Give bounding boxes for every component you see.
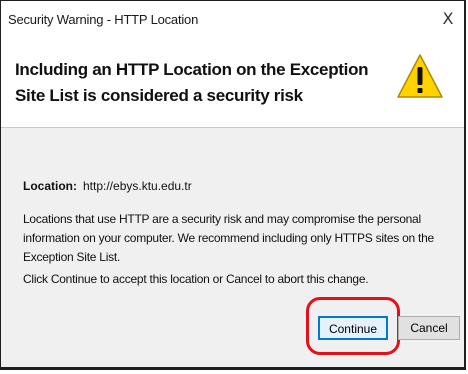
warning-icon: [397, 54, 443, 98]
close-icon[interactable]: X: [437, 7, 459, 31]
cancel-button[interactable]: Cancel: [398, 316, 460, 340]
title-bar[interactable]: Security Warning - HTTP Location X: [1, 1, 464, 39]
continue-button[interactable]: Continue: [318, 316, 388, 340]
location-value: http://ebys.ktu.edu.tr: [83, 179, 192, 193]
window-title: Security Warning - HTTP Location: [8, 12, 199, 27]
header-message: Including an HTTP Location on the Except…: [15, 60, 369, 105]
location-row: Location: http://ebys.ktu.edu.tr: [23, 179, 192, 193]
header-panel: Including an HTTP Location on the Except…: [1, 39, 464, 127]
risk-explanation-text: Locations that use HTTP are a security r…: [23, 212, 434, 264]
security-warning-dialog: Security Warning - HTTP Location X Inclu…: [0, 0, 466, 370]
instruction-text: Click Continue to accept this location o…: [23, 272, 369, 286]
content-panel: Location: http://ebys.ktu.edu.tr Location…: [1, 128, 464, 367]
location-label: Location:: [23, 179, 77, 193]
